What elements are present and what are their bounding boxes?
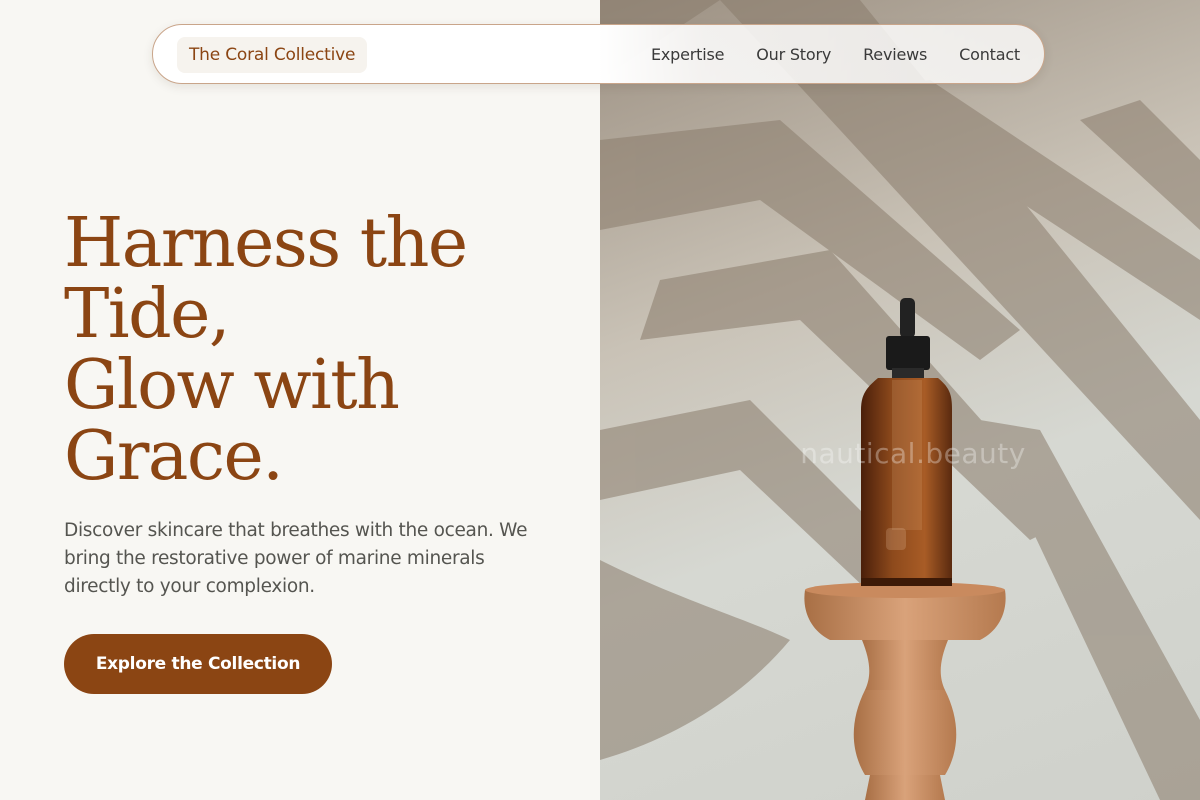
wooden-stand — [804, 582, 1006, 800]
watermark-text: nautical.beauty — [800, 437, 1026, 470]
hero-image-illustration — [600, 0, 1200, 800]
nav-link-our-story[interactable]: Our Story — [756, 45, 831, 64]
headline-line-3: Glow with — [64, 346, 400, 425]
hero-description: Discover skincare that breathes with the… — [64, 520, 528, 597]
explore-collection-button[interactable]: Explore the Collection — [64, 634, 332, 694]
headline-line-1: Harness the — [64, 204, 468, 283]
top-navigation: The Coral Collective Expertise Our Story… — [152, 24, 1045, 84]
nav-link-contact[interactable]: Contact — [959, 45, 1020, 64]
nav-link-reviews[interactable]: Reviews — [863, 45, 927, 64]
nav-links: Expertise Our Story Reviews Contact — [651, 25, 1020, 83]
hero-headline: Harness the Tide, Glow with Grace. — [64, 208, 584, 492]
brand-logo[interactable]: The Coral Collective — [177, 37, 368, 73]
nav-link-expertise[interactable]: Expertise — [651, 45, 724, 64]
headline-line-2: Tide, — [64, 275, 231, 354]
headline-line-4: Grace. — [64, 417, 284, 496]
hero-image: nautical.beauty — [600, 0, 1200, 800]
